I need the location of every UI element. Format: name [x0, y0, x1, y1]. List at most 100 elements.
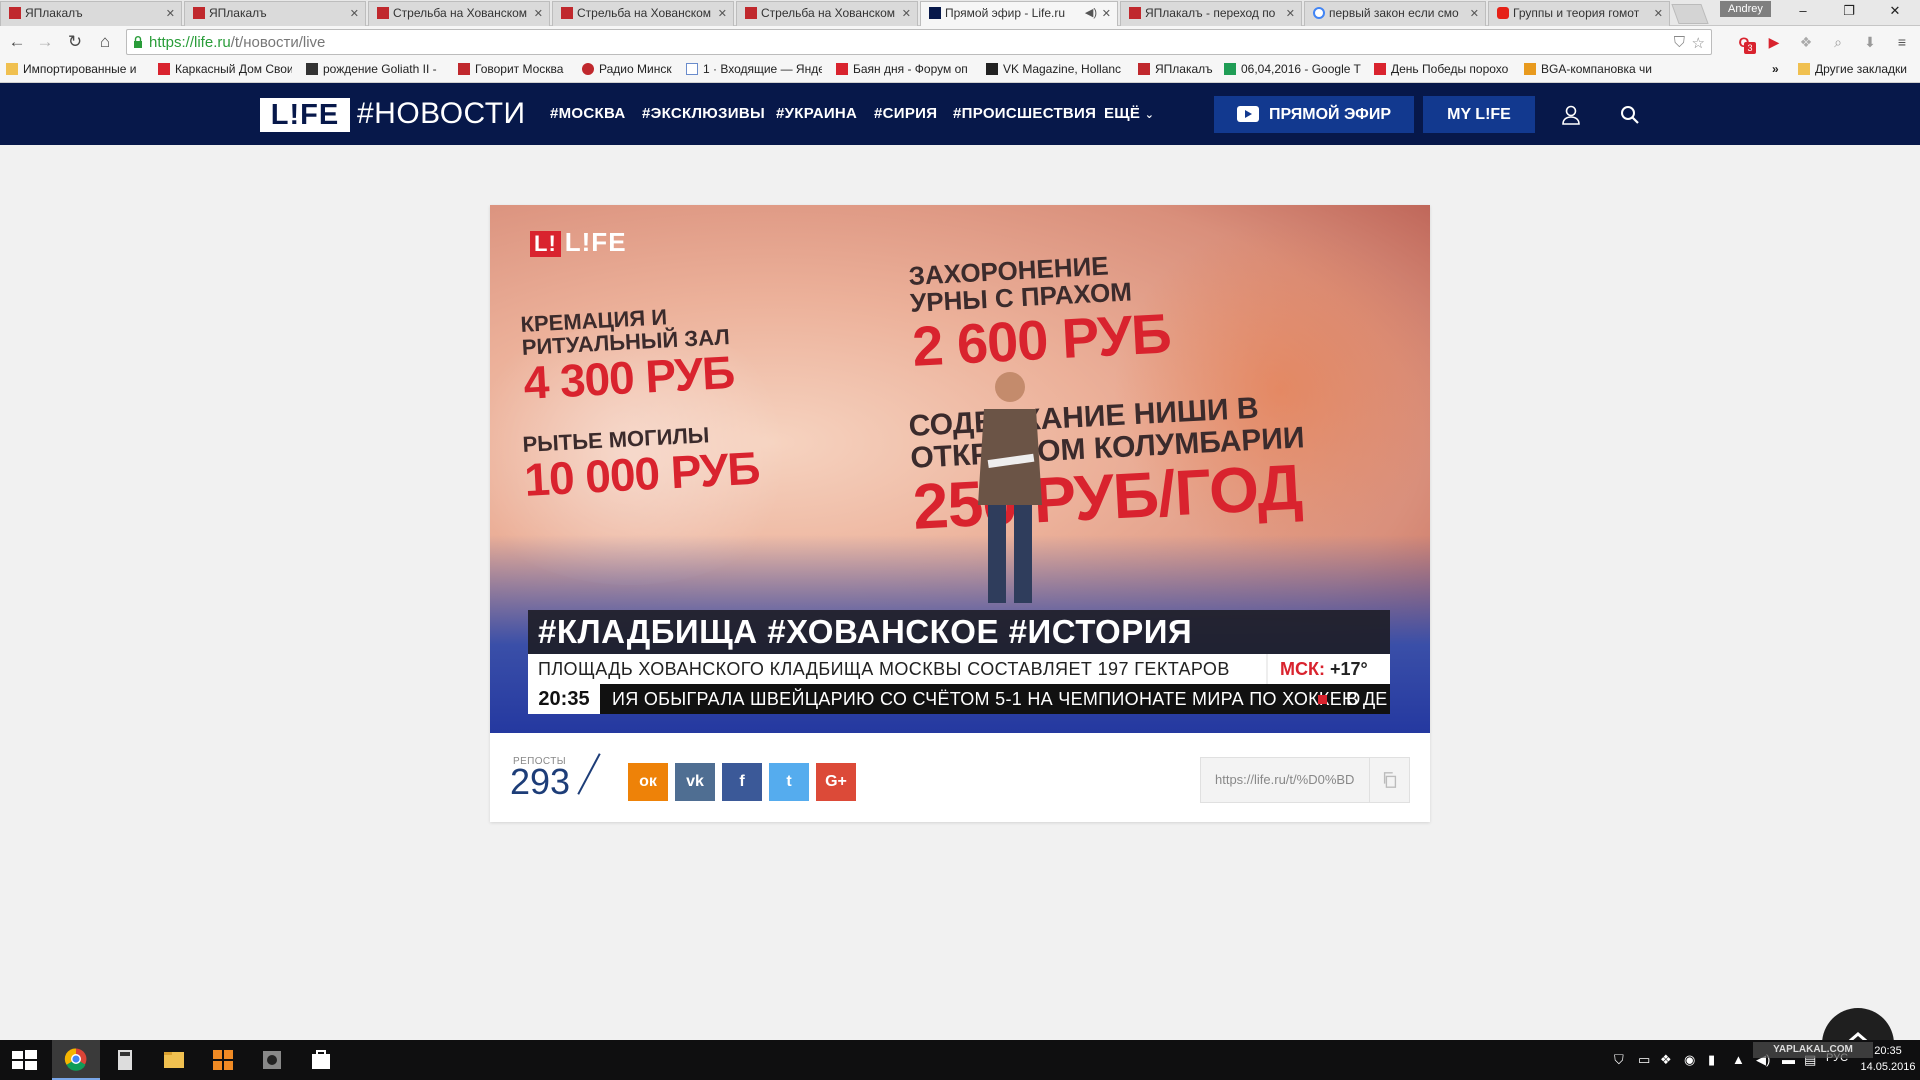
search-icon[interactable]	[1618, 103, 1642, 127]
browser-tab[interactable]: Стрельба на Хованском ✕	[552, 1, 734, 26]
minimize-icon[interactable]: –	[1782, 0, 1824, 24]
radio-favicon-icon	[458, 63, 470, 75]
dropbox-icon[interactable]: ❖	[1796, 32, 1816, 52]
browser-tab[interactable]: Группы и теория гомот ✕	[1488, 1, 1670, 26]
browser-tab[interactable]: первый закон если смо ✕	[1304, 1, 1486, 26]
tiles-taskbar-app[interactable]	[199, 1040, 247, 1080]
dropbox-tray-icon[interactable]: ❖	[1660, 1052, 1672, 1068]
bookmark-item[interactable]: 1 · Входящие — Янде	[686, 62, 822, 76]
bookmark-item[interactable]: Каркасный Дом Свои	[158, 62, 292, 76]
nav-more[interactable]: ЕЩЁ ⌄	[1104, 105, 1154, 122]
store-taskbar-app[interactable]	[297, 1040, 345, 1080]
close-tab-icon[interactable]: ✕	[166, 7, 175, 20]
camera-taskbar-app[interactable]	[248, 1040, 296, 1080]
bookmark-item[interactable]: Радио Минск	[582, 62, 682, 76]
share-bar: РЕПОСТЫ 293 ок vk f t G+ https://life.ru…	[490, 733, 1430, 822]
nav-syria[interactable]: #СИРИЯ	[874, 105, 937, 122]
video-extension-icon[interactable]: ▶	[1764, 32, 1784, 52]
bookmark-item[interactable]: VK Magazine, Hollanc	[986, 62, 1126, 76]
shield-icon[interactable]: ⛉	[1674, 34, 1685, 51]
bookmark-item[interactable]: Баян дня - Форум оп	[836, 62, 986, 76]
chrome-tray-icon[interactable]: ◉	[1684, 1052, 1695, 1068]
nav-moscow[interactable]: #МОСКВА	[550, 105, 626, 122]
google-plus-share-button[interactable]: G+	[816, 763, 856, 801]
share-link-field[interactable]: https://life.ru/t/%D0%BD	[1200, 757, 1410, 803]
my-life-button[interactable]: MY L!FE	[1423, 96, 1535, 133]
close-tab-icon[interactable]: ✕	[534, 7, 543, 20]
bookmarks-bar: Импортированные и Каркасный Дом Свои рож…	[0, 58, 1920, 83]
bookmarks-overflow-button[interactable]: »	[1772, 62, 1779, 76]
calculator-taskbar-app[interactable]	[101, 1040, 149, 1080]
close-tab-icon[interactable]: ✕	[902, 7, 911, 20]
bookmark-item[interactable]: рождение Goliath II -	[306, 62, 444, 76]
network-tray-icon[interactable]: ▲	[1732, 1052, 1745, 1067]
back-arrow-icon[interactable]: ←	[6, 31, 28, 53]
yaplakal-favicon-icon	[1129, 7, 1141, 19]
explorer-taskbar-app[interactable]	[150, 1040, 198, 1080]
live-broadcast-button[interactable]: ПРЯМОЙ ЭФИР	[1214, 96, 1414, 133]
close-tab-icon[interactable]: ✕	[1470, 7, 1479, 20]
bookmark-item[interactable]: ЯПлакалъ	[1138, 62, 1228, 76]
user-icon[interactable]	[1559, 103, 1583, 127]
hashtags-bar: #КЛАДБИЩА #ХОВАНСКОЕ #ИСТОРИЯ	[528, 610, 1390, 654]
reload-icon[interactable]: ↻	[64, 31, 86, 53]
live-video-player[interactable]: L! L!FE КРЕМАЦИЯ И РИТУАЛЬНЫЙ ЗАЛ 4 300 Р…	[490, 205, 1430, 733]
close-tab-icon[interactable]: ✕	[718, 7, 727, 20]
bookmark-item[interactable]: 06,04,2016 - Google T	[1224, 62, 1368, 76]
magnifier-extension-icon[interactable]: ⌕	[1828, 32, 1848, 52]
download-icon[interactable]: ⬇	[1860, 32, 1880, 52]
odnoklassniki-share-button[interactable]: ок	[628, 763, 668, 801]
nav-more-label: ЕЩЁ	[1104, 105, 1141, 122]
home-icon[interactable]: ⌂	[94, 31, 116, 53]
ticker-separator	[1318, 695, 1327, 704]
restore-icon[interactable]: ❐	[1828, 0, 1870, 24]
life-logo[interactable]: L!FE	[260, 98, 350, 132]
menu-icon[interactable]: ≡	[1892, 32, 1912, 52]
bookmark-item[interactable]: Говорит Москва	[458, 62, 584, 76]
bookmark-item[interactable]: Импортированные и	[6, 62, 142, 76]
start-button[interactable]	[0, 1040, 48, 1080]
close-tab-icon[interactable]: ✕	[350, 7, 359, 20]
vk-share-button[interactable]: vk	[675, 763, 715, 801]
battery-tray-icon[interactable]: ▮	[1708, 1052, 1715, 1068]
folder-icon	[164, 1052, 184, 1068]
browser-tab-active[interactable]: Прямой эфир - Life.ru ◀) ✕	[920, 1, 1118, 27]
speaker-icon[interactable]: ◀)	[1085, 6, 1097, 19]
browser-tab-strip: ЯПлакалъ ✕ ЯПлакалъ ✕ Стрельба на Хованско…	[0, 0, 1920, 27]
forward-arrow-icon[interactable]: →	[34, 31, 56, 53]
section-title[interactable]: #НОВОСТИ	[357, 97, 526, 131]
close-tab-icon[interactable]: ✕	[1102, 7, 1111, 20]
bookmark-item[interactable]: День Победы порохо	[1374, 62, 1508, 76]
bookmark-star-icon[interactable]: ☆	[1692, 34, 1705, 52]
close-tab-icon[interactable]: ✕	[1654, 7, 1663, 20]
life-favicon-icon	[929, 7, 941, 19]
nav-incidents[interactable]: #ПРОИСШЕСТВИЯ	[953, 105, 1096, 122]
browser-tab[interactable]: ЯПлакалъ ✕	[0, 1, 182, 26]
headline-text: ПЛОЩАДЬ ХОВАНСКОГО КЛАДБИЩА МОСКВЫ СОСТА…	[538, 659, 1230, 679]
display-tray-icon[interactable]: ▭	[1638, 1052, 1650, 1068]
new-tab-button[interactable]	[1671, 4, 1709, 24]
chrome-taskbar-app[interactable]	[52, 1040, 100, 1080]
copy-link-button[interactable]	[1369, 758, 1409, 802]
bookmark-item[interactable]: BGA-компановка чи	[1524, 62, 1658, 76]
shield-tray-icon[interactable]: ⛉	[1614, 1052, 1624, 1068]
browser-tab[interactable]: Стрельба на Хованском ✕	[736, 1, 918, 26]
profile-name[interactable]: Andrey	[1720, 1, 1771, 17]
mail-icon	[686, 63, 698, 75]
red-favicon-icon	[1374, 63, 1386, 75]
twitter-share-button[interactable]: t	[769, 763, 809, 801]
nav-exclusives[interactable]: #ЭКСКЛЮЗИВЫ	[642, 105, 765, 122]
sheets-favicon-icon	[1224, 63, 1236, 75]
close-tab-icon[interactable]: ✕	[1286, 7, 1295, 20]
browser-tab[interactable]: ЯПлакалъ ✕	[184, 1, 366, 26]
other-bookmarks-folder[interactable]: Другие закладки	[1798, 62, 1918, 76]
address-bar[interactable]: https://life.ru/t/новости/live ⛉ ☆	[126, 29, 1712, 55]
close-window-icon[interactable]: ✕	[1874, 0, 1916, 24]
browser-tab[interactable]: ЯПлакалъ - переход по ✕	[1120, 1, 1302, 26]
screen-item-urn-burial: ЗАХОРОНЕНИЕ УРНЫ С ПРАХОМ 2 600 РУБ	[907, 250, 1173, 378]
nav-ukraine[interactable]: #УКРАИНА	[776, 105, 857, 122]
browser-tab[interactable]: Стрельба на Хованском ✕	[368, 1, 550, 26]
facebook-share-button[interactable]: f	[722, 763, 762, 801]
url-text: https://life.ru/t/новости/live	[149, 34, 325, 51]
copy-icon	[1383, 772, 1397, 788]
